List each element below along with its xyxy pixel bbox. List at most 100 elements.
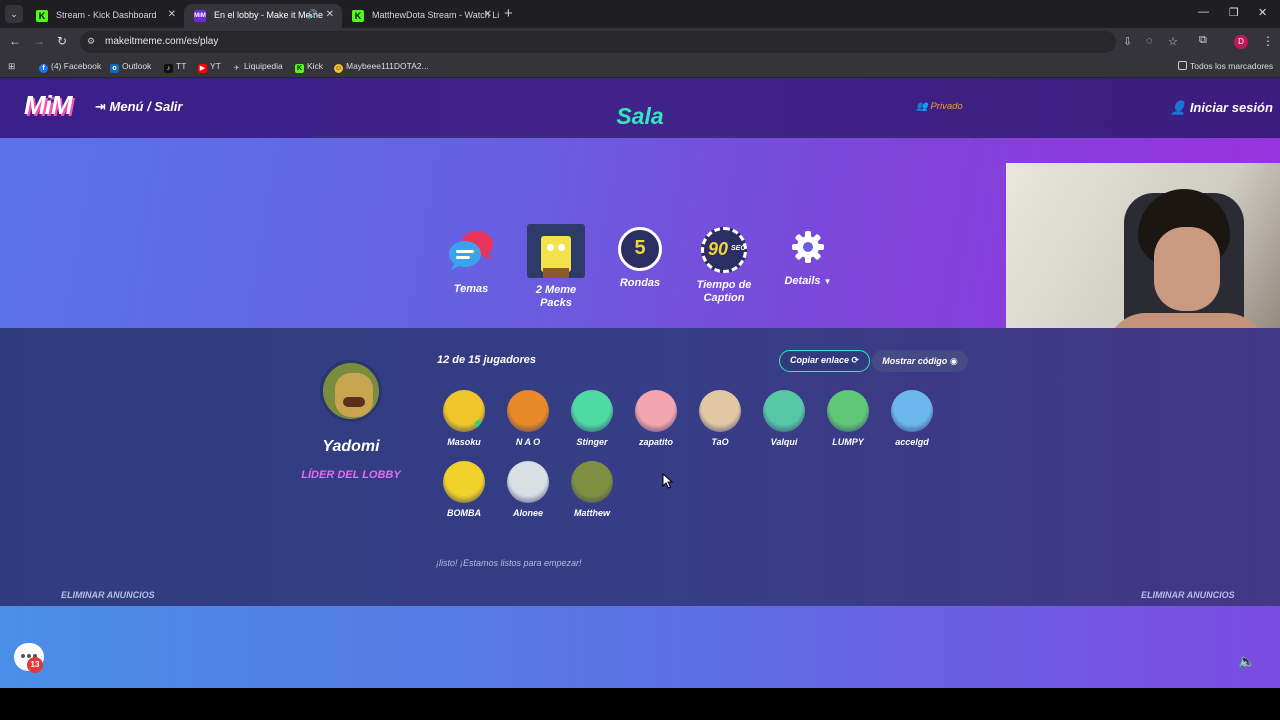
remove-ads-left[interactable]: ELIMINAR ANUNCIOS bbox=[61, 590, 155, 600]
all-bookmarks[interactable]: Todos los marcadores bbox=[1178, 61, 1273, 71]
lobby-section: Yadomi LÍDER DEL LOBBY 12 de 15 jugadore… bbox=[0, 328, 1280, 606]
outlook-icon: o bbox=[110, 64, 119, 73]
player-avatar bbox=[827, 390, 869, 432]
tab-search-button[interactable]: ⌄ bbox=[5, 5, 23, 23]
player-avatar bbox=[571, 461, 613, 503]
liquipedia-icon: ✈ bbox=[233, 65, 240, 72]
bookmark-youtube[interactable]: ▶ YT bbox=[198, 61, 221, 73]
page-footer: 13 🔈 bbox=[0, 606, 1280, 688]
player-avatar bbox=[699, 390, 741, 432]
tab-matthewdota-stream[interactable]: K MatthewDota Stream - Watch Li ✕ bbox=[342, 4, 500, 28]
youtube-icon: ▶ bbox=[198, 64, 207, 73]
player-name: Masoku bbox=[447, 437, 481, 447]
exit-icon: ⇥ bbox=[95, 99, 110, 114]
ready-status: ¡listo! ¡Estamos listos para empezar! bbox=[436, 558, 582, 568]
player-avatar bbox=[507, 461, 549, 503]
player-name: accelgd bbox=[895, 437, 929, 447]
apps-icon[interactable]: ⊞ bbox=[8, 61, 15, 72]
more-menu-icon[interactable]: ⋮ bbox=[1262, 34, 1274, 48]
tab-make-it-meme[interactable]: MiM En el lobby - Make it Meme 🔊 ✕ bbox=[184, 4, 342, 28]
player-avatar bbox=[443, 390, 485, 432]
player-card[interactable]: Masoku bbox=[432, 390, 496, 447]
facebook-icon: f bbox=[39, 64, 48, 73]
star-icon[interactable]: ☆ bbox=[1168, 35, 1178, 48]
player-card[interactable]: Alonee bbox=[496, 461, 560, 518]
player-card[interactable]: LUMPY bbox=[816, 390, 880, 447]
bookmark-outlook[interactable]: o Outlook bbox=[110, 61, 151, 73]
site-header: MiM ⇥ Menú / Salir Sala 👥 Privado 👤 Inic… bbox=[0, 78, 1280, 138]
tab-title: MatthewDota Stream - Watch Li bbox=[372, 10, 500, 20]
leader-avatar bbox=[320, 360, 382, 422]
close-icon[interactable]: ✕ bbox=[168, 9, 176, 20]
tiktok-icon: ♪ bbox=[164, 64, 173, 73]
close-window-button[interactable]: ✕ bbox=[1258, 6, 1267, 19]
close-icon[interactable]: ✕ bbox=[326, 9, 334, 20]
extensions-icon[interactable]: ⧉ bbox=[1199, 34, 1207, 47]
player-avatar bbox=[571, 390, 613, 432]
player-card[interactable]: zapatito bbox=[624, 390, 688, 447]
player-avatar bbox=[635, 390, 677, 432]
bookmark-maybeee[interactable]: ☺ Maybeee111DOTA2... bbox=[334, 61, 429, 73]
restore-button[interactable]: ❐ bbox=[1229, 6, 1239, 19]
leader-role: LÍDER DEL LOBBY bbox=[301, 469, 401, 481]
site-info-icon[interactable]: ⚙ bbox=[87, 36, 98, 47]
bookmark-kick[interactable]: K Kick bbox=[295, 61, 323, 73]
online-indicator bbox=[475, 420, 483, 428]
player-name: N A O bbox=[515, 437, 541, 447]
chat-icon bbox=[21, 654, 25, 658]
mim-logo[interactable]: MiM bbox=[24, 90, 73, 121]
privacy-toggle[interactable]: 👥 Privado bbox=[916, 101, 963, 112]
forward-icon[interactable]: → bbox=[33, 34, 45, 48]
chat-bubbles-icon bbox=[449, 231, 493, 270]
sound-toggle-icon[interactable]: 🔈 bbox=[1238, 653, 1255, 670]
gear-icon bbox=[792, 231, 824, 263]
back-icon[interactable]: ← bbox=[9, 34, 21, 48]
profile-avatar[interactable]: D bbox=[1234, 35, 1248, 49]
player-card[interactable]: Stinger bbox=[560, 390, 624, 447]
close-icon[interactable]: ✕ bbox=[484, 9, 492, 20]
player-avatar bbox=[507, 390, 549, 432]
show-code-button[interactable]: Mostrar código ◉ bbox=[872, 350, 968, 372]
install-app-icon[interactable]: ⇩ bbox=[1123, 35, 1132, 48]
minimize-button[interactable]: — bbox=[1198, 6, 1209, 18]
setting-themes[interactable]: Temas bbox=[441, 228, 501, 296]
tab-kick-dashboard[interactable]: K Stream - Kick Dashboard ✕ bbox=[26, 4, 184, 28]
new-tab-button[interactable]: + bbox=[504, 5, 513, 22]
speaker-icon[interactable]: 🔊 bbox=[307, 9, 318, 20]
player-name: LUMPY bbox=[832, 437, 864, 447]
setting-meme-packs[interactable]: 2 Meme Packs bbox=[520, 224, 592, 310]
setting-rounds[interactable]: 5 Rondas bbox=[612, 227, 668, 290]
player-name: Matthew bbox=[574, 508, 610, 518]
bookmarks-bar: ⊞ f (4) Facebook o Outlook ♪ TT ▶ YT ✈ Liquip… bbox=[0, 56, 1280, 78]
player-card[interactable]: accelgd bbox=[880, 390, 944, 447]
mim-icon: MiM bbox=[194, 10, 206, 22]
player-card[interactable]: N A O bbox=[496, 390, 560, 447]
player-name: Stinger bbox=[576, 437, 608, 447]
page-content: MiM ⇥ Menú / Salir Sala 👥 Privado 👤 Inic… bbox=[0, 78, 1280, 688]
player-name: Valqui bbox=[770, 437, 798, 447]
page-title: Sala bbox=[616, 103, 664, 129]
url-text[interactable]: makeitmeme.com/es/play bbox=[105, 36, 218, 47]
setting-caption-time[interactable]: 90 SEC Tiempo de Caption bbox=[692, 227, 756, 305]
user-icon: 👤 bbox=[1170, 100, 1190, 115]
chevron-down-icon: ▼ bbox=[823, 277, 832, 286]
login-button[interactable]: 👤 Iniciar sesión bbox=[1170, 100, 1273, 116]
bookmark-tiktok[interactable]: ♪ TT bbox=[164, 61, 186, 73]
player-count: 12 de 15 jugadores bbox=[437, 354, 537, 366]
eye-off-icon[interactable]: ◌ bbox=[1146, 35, 1153, 47]
player-card[interactable]: TaO bbox=[688, 390, 752, 447]
menu-exit-button[interactable]: ⇥ Menú / Salir bbox=[95, 99, 182, 115]
kick-icon: K bbox=[36, 10, 48, 22]
meme-pack-icon bbox=[527, 224, 585, 278]
address-bar[interactable]: ⚙ makeitmeme.com/es/play ⇩ ◌ ☆ bbox=[80, 31, 1178, 53]
bookmark-liquipedia[interactable]: ✈ Liquipedia bbox=[232, 61, 283, 73]
bookmark-facebook[interactable]: f (4) Facebook bbox=[39, 61, 101, 73]
reload-icon[interactable]: ↻ bbox=[57, 34, 67, 48]
player-card[interactable]: Matthew bbox=[560, 461, 624, 518]
setting-details[interactable]: Details ▼ bbox=[780, 230, 836, 288]
player-card[interactable]: BOMBA bbox=[432, 461, 496, 518]
player-card[interactable]: Valqui bbox=[752, 390, 816, 447]
remove-ads-right[interactable]: ELIMINAR ANUNCIOS bbox=[1141, 590, 1235, 600]
copy-link-button[interactable]: Copiar enlace ⟳ bbox=[779, 350, 870, 372]
kick-icon: K bbox=[295, 64, 304, 73]
